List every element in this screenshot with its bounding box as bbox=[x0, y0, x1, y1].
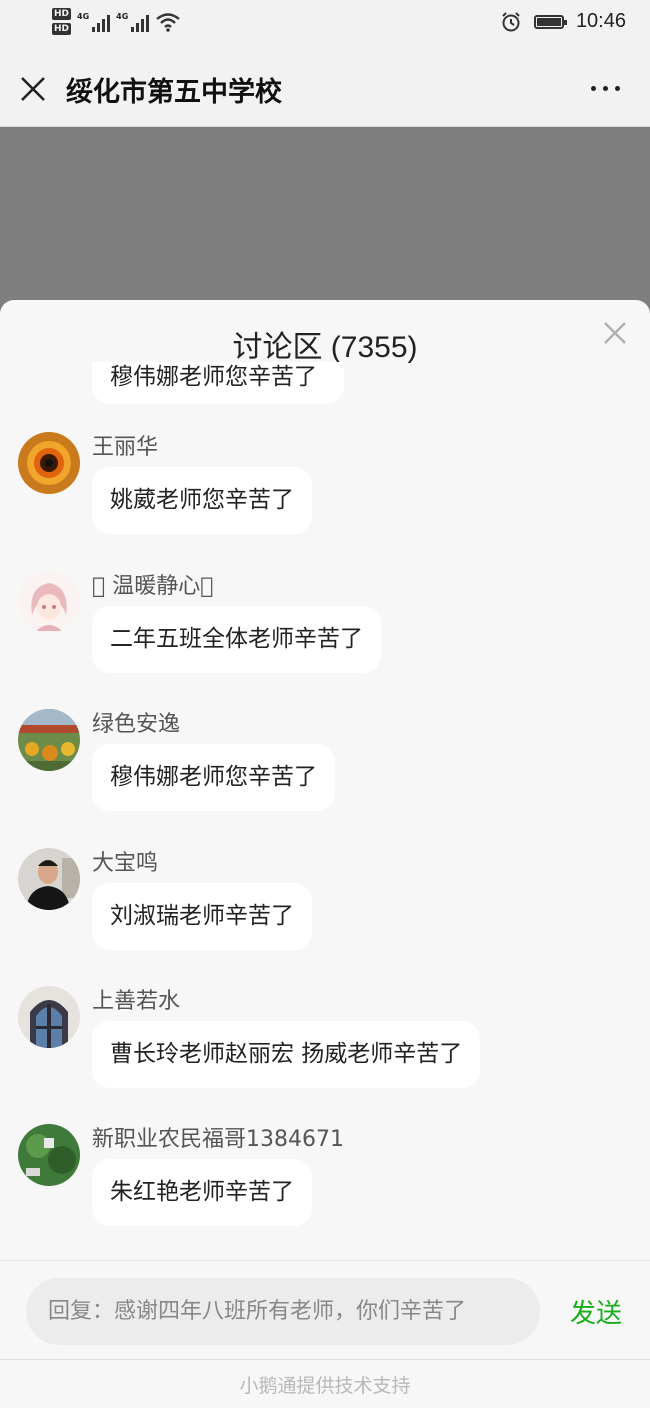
message-bubble: 穆伟娜老师您辛苦了 bbox=[92, 744, 335, 811]
reply-input[interactable]: 回复：感谢四年八班所有老师，你们辛苦了 bbox=[26, 1278, 540, 1345]
status-time: 10:46 bbox=[575, 10, 626, 32]
sheet-close-icon[interactable] bbox=[602, 320, 628, 346]
username: 大宝鸣 bbox=[92, 851, 159, 876]
alarm-icon bbox=[502, 11, 520, 31]
divider bbox=[0, 1359, 650, 1360]
wifi-icon bbox=[156, 12, 181, 32]
message-bubble: 曹长玲老师赵丽宏 扬威老师辛苦了 bbox=[92, 1021, 481, 1088]
status-bar: HD HD 4G 4G 10:46 bbox=[0, 0, 650, 50]
hd-badge-1: HD bbox=[52, 8, 72, 20]
avatar[interactable] bbox=[18, 709, 80, 771]
message-bubble: 刘淑瑞老师辛苦了 bbox=[92, 883, 312, 950]
username: 上善若水 bbox=[92, 989, 181, 1014]
network-type-2: 4G bbox=[116, 11, 129, 21]
powered-by-text: 小鹅通提供技术支持 bbox=[239, 1375, 411, 1397]
message-list[interactable]: 穆伟娜老师您辛苦了 王丽华 姚葳老师您辛苦了   温暖静心  二 bbox=[0, 362, 650, 1260]
send-button[interactable]: 发送 bbox=[570, 1293, 622, 1330]
page-title: 绥化市第五中学校 bbox=[66, 77, 282, 108]
avatar[interactable] bbox=[18, 432, 80, 494]
more-icon[interactable] bbox=[591, 86, 620, 91]
reply-bar: 回复：感谢四年八班所有老师，你们辛苦了 发送 小鹅通提供技术支持 bbox=[0, 1260, 650, 1408]
username: 新职业农民福哥1384671 bbox=[92, 1127, 344, 1152]
signal-icon-2: 4G bbox=[116, 11, 150, 32]
discussion-title: 讨论区 (7355) bbox=[232, 331, 418, 364]
signal-icon: 4G bbox=[77, 11, 111, 32]
message-bubble: 朱红艳老师辛苦了 bbox=[92, 1159, 312, 1226]
list-item: 上善若水 曹长玲老师赵丽宏 扬威老师辛苦了 bbox=[0, 978, 650, 1098]
message-bubble: 姚葳老师您辛苦了 bbox=[92, 467, 312, 534]
list-item: 王丽华 姚葳老师您辛苦了 bbox=[0, 424, 650, 544]
list-item: 大宝鸣 刘淑瑞老师辛苦了 bbox=[0, 840, 650, 960]
message-bubble: 二年五班全体老师辛苦了 bbox=[92, 606, 381, 673]
avatar[interactable] bbox=[18, 986, 80, 1048]
username: 王丽华 bbox=[92, 435, 159, 460]
battery-icon bbox=[533, 14, 567, 29]
list-item:   温暖静心  二年五班全体老师辛苦了 bbox=[0, 563, 650, 683]
avatar[interactable] bbox=[18, 1124, 80, 1186]
message-bubble-partial: 穆伟娜老师您辛苦了 bbox=[92, 362, 344, 404]
username: 绿色安逸 bbox=[92, 712, 181, 737]
avatar[interactable] bbox=[18, 571, 80, 633]
close-icon[interactable] bbox=[18, 74, 48, 104]
network-indicators: HD HD 4G 4G bbox=[52, 8, 181, 35]
discussion-sheet: 讨论区 (7355) 穆伟娜老师您辛苦了 王丽华 姚葳老师您辛苦了 bbox=[0, 300, 650, 1408]
list-item: 新职业农民福哥1384671 朱红艳老师辛苦了 bbox=[0, 1116, 650, 1236]
avatar[interactable] bbox=[18, 848, 80, 910]
title-bar: 绥化市第五中学校 bbox=[0, 50, 650, 127]
network-type-1: 4G bbox=[77, 11, 90, 21]
list-item: 绿色安逸 穆伟娜老师您辛苦了 bbox=[0, 701, 650, 821]
hd-badge-2: HD bbox=[52, 23, 72, 35]
username:   温暖静心  bbox=[92, 574, 214, 599]
